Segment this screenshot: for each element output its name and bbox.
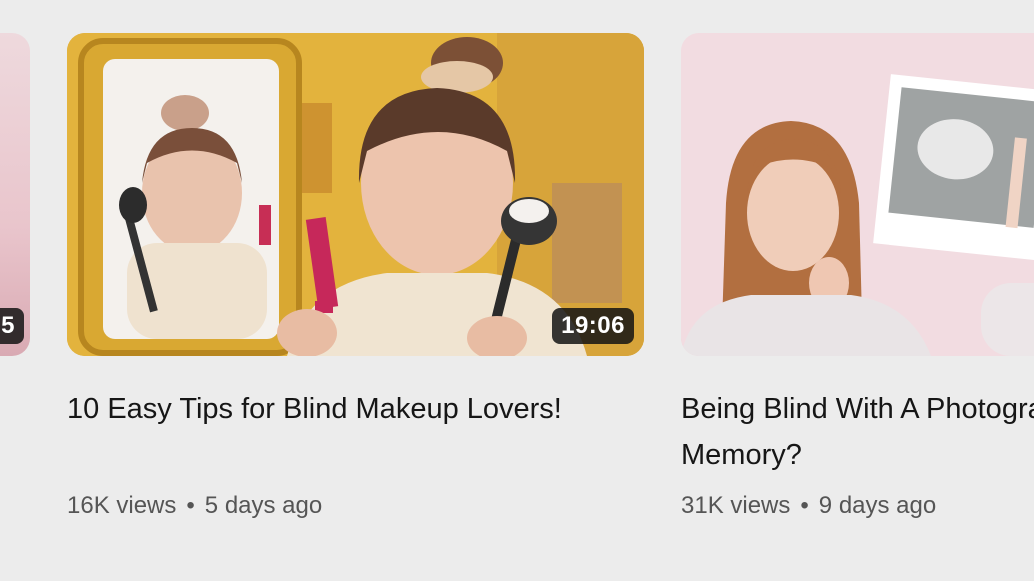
thumbnail-image — [681, 33, 1034, 356]
video-metadata: 16K views • 5 days ago — [67, 492, 322, 520]
video-grid-row: 5 19:06 10 Easy Tips for Blind Makeup Lo… — [0, 0, 1034, 581]
upload-age: 9 days ago — [818, 492, 937, 519]
video-title[interactable]: Being Blind With A Photographic Memory? — [681, 386, 1034, 478]
upload-age: 5 days ago — [204, 492, 323, 519]
video-thumbnail[interactable]: 5 — [0, 33, 30, 356]
video-thumbnail[interactable] — [681, 33, 1034, 356]
video-title[interactable]: 10 Easy Tips for Blind Makeup Lovers! — [67, 386, 627, 432]
duration-badge: 19:06 — [552, 308, 634, 344]
video-metadata: 31K views • 9 days ago — [681, 492, 936, 520]
video-thumbnail[interactable]: 19:06 — [67, 33, 644, 356]
meta-separator: • — [800, 492, 809, 519]
duration-badge: 5 — [0, 308, 24, 344]
view-count: 16K views — [67, 492, 177, 519]
view-count: 31K views — [681, 492, 791, 519]
meta-separator: • — [186, 492, 195, 519]
